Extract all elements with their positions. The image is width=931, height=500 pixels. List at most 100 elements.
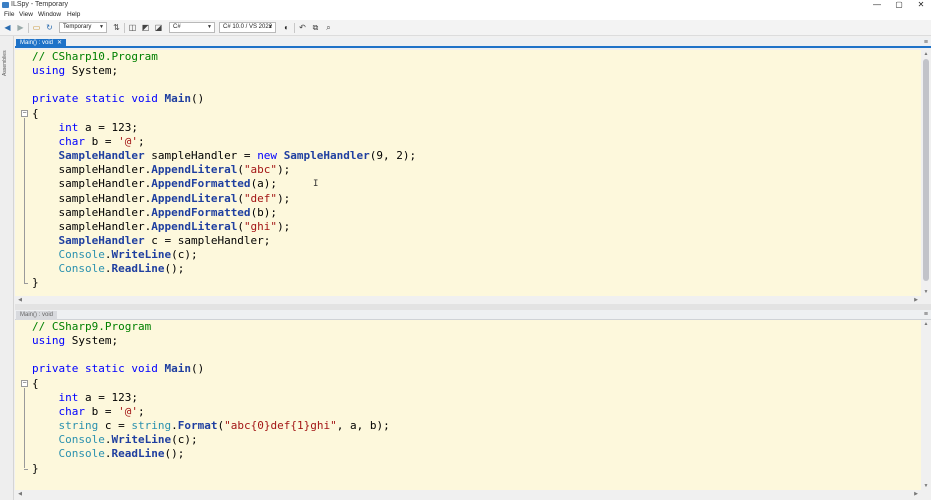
sort-icon[interactable]: ⇅ <box>112 23 121 32</box>
code-token: void <box>131 362 158 376</box>
close-tab-icon[interactable]: ✕ <box>57 40 62 46</box>
open-icon[interactable]: ▭ <box>32 23 41 32</box>
tab-label: Main() : void <box>20 312 54 318</box>
language-combo[interactable]: C# ▼ <box>169 22 215 33</box>
show-all-icon[interactable]: ◪ <box>154 23 163 32</box>
code-token: b = <box>85 134 119 148</box>
search-icon[interactable]: ⌕ <box>324 23 333 32</box>
show-private-icon[interactable]: ◩ <box>141 23 150 32</box>
language-value: C# <box>173 24 181 30</box>
new-tab-icon[interactable]: ⧉ <box>311 23 320 32</box>
code-token: c = sampleHandler; <box>144 233 271 247</box>
code-line: Console.ReadLine(); <box>32 447 185 461</box>
code-token: static <box>84 92 125 106</box>
collapse-fold-icon[interactable]: − <box>21 109 28 117</box>
tab-main-void[interactable]: Main() : void ✕ <box>16 39 67 48</box>
scroll-down-icon[interactable]: ▼ <box>921 482 931 490</box>
close-button[interactable]: ✕ <box>910 0 931 10</box>
scroll-up-icon[interactable]: ▲ <box>921 320 931 328</box>
horizontal-scrollbar[interactable]: ◀ ▶ <box>15 490 921 498</box>
code-token: AppendFormatted <box>151 177 251 191</box>
code-editor[interactable]: // CSharp10.Program using System; private … <box>15 50 921 296</box>
pane-menu-icon[interactable]: ≡ <box>924 38 928 48</box>
title-bar: ILSpy - Temporary — ▢ ✕ <box>0 0 931 10</box>
code-token: System; <box>65 334 119 348</box>
minimize-button[interactable]: — <box>866 0 888 10</box>
menu-file[interactable]: File <box>4 10 14 20</box>
code-token: Main <box>164 92 191 106</box>
code-token: ); <box>277 163 291 177</box>
code-line: { <box>32 377 39 391</box>
back-icon[interactable]: ◀ <box>3 23 12 32</box>
pane-menu-icon[interactable]: ≡ <box>924 310 928 320</box>
scroll-right-icon[interactable]: ▶ <box>911 296 921 304</box>
code-line: SampleHandler sampleHandler = new Sample… <box>32 149 417 163</box>
code-token: (c); <box>171 433 198 447</box>
code-token: new <box>257 149 278 163</box>
code-token: { <box>32 106 39 120</box>
language-version-value: C# 10.0 / VS 2022 <box>223 24 273 30</box>
code-line: Console.WriteLine(c); <box>32 248 198 262</box>
theme-icon[interactable]: ◐ <box>282 23 291 32</box>
language-version-combo[interactable]: C# 10.0 / VS 2022 ▼ <box>219 22 276 33</box>
tab-label: Main() : void <box>20 40 54 46</box>
code-token: char <box>58 404 86 418</box>
assembly-list-combo[interactable]: Temporary ▼ <box>59 22 107 33</box>
scroll-left-icon[interactable]: ◀ <box>15 296 25 304</box>
code-token: ( <box>237 219 244 233</box>
code-token: string <box>58 419 99 433</box>
vertical-scrollbar[interactable]: ▲ ▼ <box>921 320 931 490</box>
collapse-fold-icon[interactable]: − <box>21 379 28 387</box>
scrollbar-thumb[interactable] <box>923 59 929 281</box>
code-token: () <box>190 92 205 106</box>
code-token: // CSharp10.Program <box>32 50 158 63</box>
code-line: char b = '@'; <box>32 135 145 149</box>
code-token: . <box>171 419 178 433</box>
menu-window[interactable]: Window <box>38 10 61 20</box>
code-line: sampleHandler.AppendFormatted(b); <box>32 206 277 220</box>
code-token: (b); <box>250 205 278 219</box>
pane-tab-bar: Main() : void ≡ <box>15 310 931 320</box>
scroll-left-icon[interactable]: ◀ <box>15 490 25 498</box>
reload-icon[interactable]: ↻ <box>45 23 54 32</box>
code-token: (); <box>164 262 185 276</box>
code-token: (c); <box>171 248 198 262</box>
forward-icon[interactable]: ▶ <box>16 23 25 32</box>
nav-back-icon[interactable]: ↶ <box>298 23 307 32</box>
vertical-scrollbar[interactable]: ▲ ▼ <box>921 50 931 296</box>
code-line: Console.ReadLine(); <box>32 262 185 276</box>
horizontal-scrollbar[interactable]: ◀ ▶ <box>15 296 921 304</box>
chevron-down-icon: ▼ <box>207 24 212 30</box>
code-line: sampleHandler.AppendFormatted(a); <box>32 177 277 191</box>
menu-view[interactable]: View <box>19 10 33 20</box>
code-line: int a = 123; <box>32 121 138 135</box>
code-token: "abc{0}def{1}ghi" <box>224 419 337 433</box>
menu-help[interactable]: Help <box>67 10 80 20</box>
code-token: ( <box>237 163 244 177</box>
scroll-up-icon[interactable]: ▲ <box>921 50 931 58</box>
assemblies-side-strip[interactable]: Assemblies <box>0 36 14 500</box>
show-public-icon[interactable]: ◫ <box>128 23 137 32</box>
code-editor[interactable]: // CSharp9.Program using System; private s… <box>15 320 921 490</box>
code-token: WriteLine <box>111 433 172 447</box>
scroll-down-icon[interactable]: ▼ <box>921 288 931 296</box>
maximize-button[interactable]: ▢ <box>888 0 910 10</box>
code-token: char <box>58 134 86 148</box>
code-token: void <box>131 92 158 106</box>
ilspy-app-icon <box>2 2 9 8</box>
tab-main-void[interactable]: Main() : void <box>16 311 58 320</box>
code-token: (9, 2); <box>369 149 417 163</box>
code-line: // CSharp9.Program <box>32 320 151 334</box>
toolbar: ◀ ▶ ▭ ↻ Temporary ▼ ⇅ ◫ ◩ ◪ C# ▼ C# 10.0… <box>0 20 931 36</box>
code-token: '@' <box>118 134 138 148</box>
scroll-right-icon[interactable]: ▶ <box>911 490 921 498</box>
code-token: using <box>32 334 66 348</box>
code-token: } <box>32 461 39 475</box>
code-token: WriteLine <box>111 248 172 262</box>
